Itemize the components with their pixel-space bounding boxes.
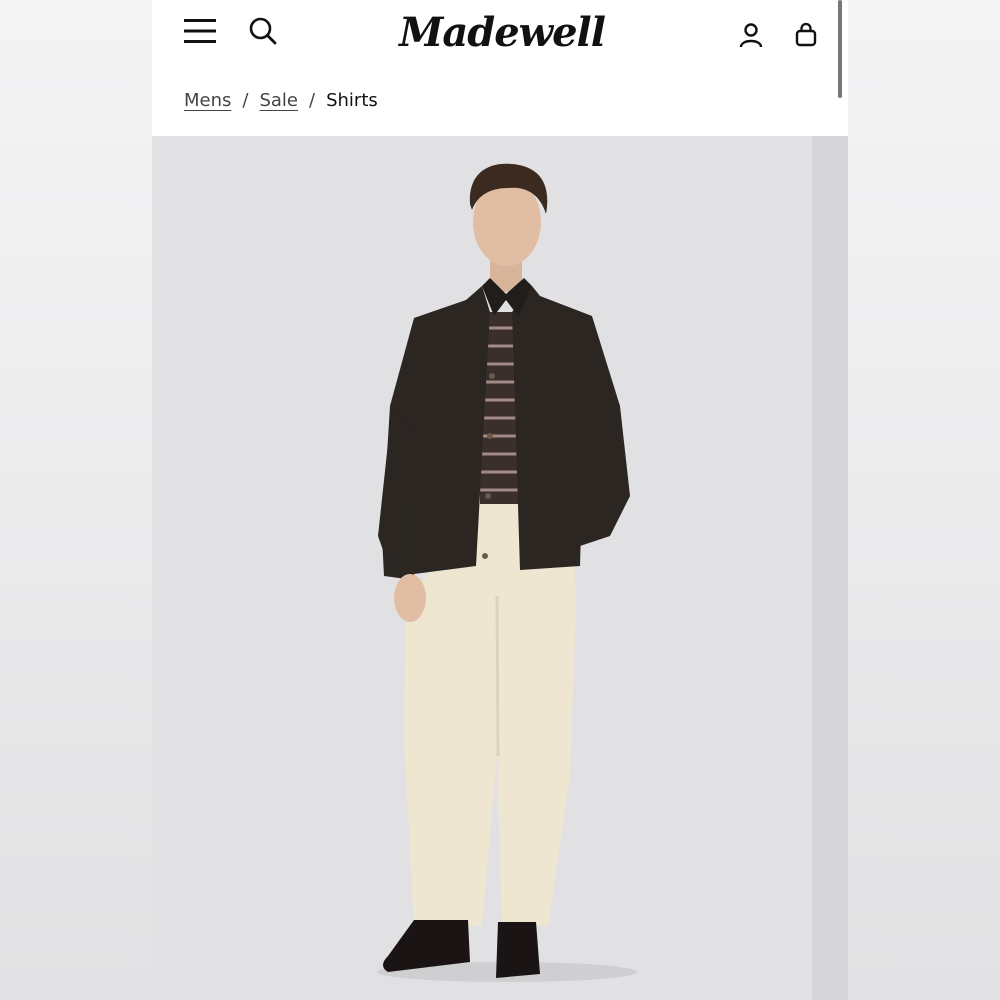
phone-screen: Madewell Mens / Sale / Shirts [152,0,848,1000]
user-icon [739,23,763,48]
search-button[interactable] [246,14,280,48]
model-photo-illustration [377,163,637,982]
breadcrumb-separator: / [242,89,249,111]
brand-logo[interactable]: Madewell [399,6,606,58]
search-icon [249,17,277,45]
bag-button[interactable] [792,20,820,50]
breadcrumb-separator: / [309,89,316,111]
site-header: Madewell [152,0,848,98]
menu-button[interactable] [182,14,218,48]
breadcrumb-link-sale[interactable]: Sale [259,90,298,111]
breadcrumb-link-mens[interactable]: Mens [184,90,231,111]
shopping-bag-icon [795,22,817,47]
scrollbar[interactable] [838,0,842,98]
brand-wordmark: Madewell [399,8,606,56]
hamburger-menu-icon [184,19,216,43]
breadcrumb: Mens / Sale / Shirts [184,86,378,114]
breadcrumb-current-shirts: Shirts [326,89,378,111]
next-image-peek [812,136,848,1000]
backdrop-right [848,0,1000,1000]
account-button[interactable] [736,20,766,50]
backdrop-left [0,0,152,1000]
product-image[interactable] [152,136,848,1000]
